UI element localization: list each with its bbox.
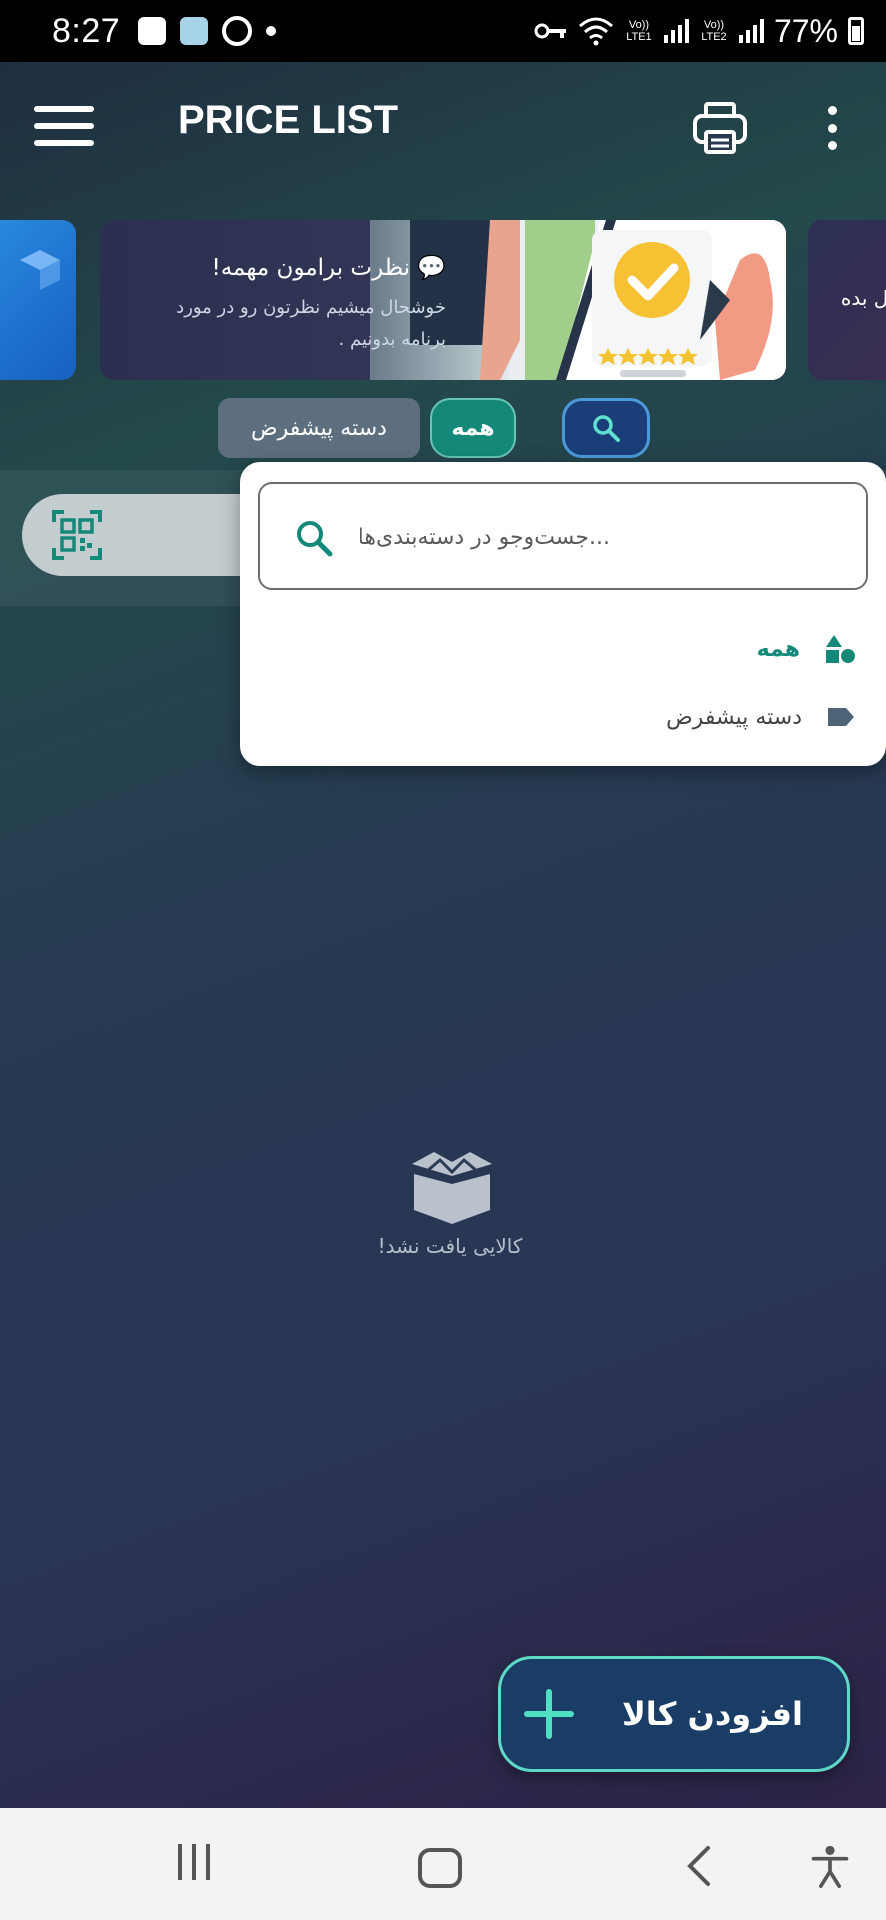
qr-scan-icon[interactable] (52, 510, 102, 560)
banner-next-line3: ار (841, 314, 886, 346)
add-product-button[interactable]: افزودن کالا (498, 1656, 850, 1772)
back-icon[interactable] (676, 1844, 724, 1888)
chip-default-category[interactable]: دسته پیشفرض (218, 398, 420, 458)
status-bar: 8:27 Vo)) LTE1 Vo)) LTE2 77% (0, 0, 886, 62)
printer-icon[interactable] (692, 100, 748, 156)
app-notification-icon (180, 17, 209, 45)
notification-icons (138, 16, 277, 46)
battery-percent: 77% (773, 12, 838, 49)
shapes-icon (826, 635, 855, 663)
battery-icon (848, 17, 864, 45)
category-dropdown: همه دسته پیشفرض (240, 462, 886, 766)
banner-next-text: پ قال بده ار (841, 250, 886, 346)
feedback-banner[interactable]: 💬 نظرت برامون مهمه! خوشحال میشیم نظرتون … (100, 220, 786, 380)
category-search-button[interactable] (562, 398, 650, 458)
hamburger-menu-icon[interactable] (34, 106, 94, 146)
banner-title: 💬 نظرت برامون مهمه! (211, 255, 446, 281)
sim1-signal-icon (663, 19, 689, 43)
wifi-icon (578, 17, 613, 46)
search-icon (297, 521, 333, 557)
screen-record-icon (222, 16, 253, 46)
banner-previous[interactable] (0, 220, 76, 380)
sim1-network-label: Vo)) LTE1 (626, 19, 652, 43)
banner-description: خوشحال میشیم نظرتون رو در مورد برنامه بد… (176, 297, 446, 350)
dropdown-item-all[interactable]: همه (757, 626, 856, 672)
category-search-box[interactable] (258, 482, 868, 590)
search-icon (593, 415, 620, 442)
status-right: Vo)) LTE1 Vo)) LTE2 77% (534, 13, 864, 50)
more-notifications-dot-icon (266, 26, 277, 36)
dropdown-item-default-category[interactable]: دسته پیشفرض (666, 694, 856, 740)
app-bar: PRICE LIST (0, 62, 886, 192)
page-title: PRICE LIST (178, 98, 399, 142)
system-nav-bar (0, 1808, 886, 1920)
sim2-signal-icon (738, 19, 764, 43)
add-product-label: افزودن کالا (621, 1695, 803, 1733)
category-search-input[interactable] (360, 512, 840, 562)
open-box-icon (412, 1152, 492, 1224)
home-icon[interactable] (418, 1848, 462, 1888)
empty-state-message: کالایی یافت نشد! (377, 1234, 523, 1258)
cube-illustration-icon (20, 250, 60, 290)
plus-icon (523, 1689, 574, 1739)
vpn-key-icon (534, 23, 566, 39)
banner-next-line1: پ (841, 250, 886, 282)
sim2-network-label: Vo)) LTE2 (701, 19, 727, 43)
chip-all[interactable]: همه (430, 398, 516, 458)
status-time: 8:27 (52, 11, 121, 50)
dropdown-item-all-label: همه (756, 636, 800, 662)
more-vert-icon[interactable] (824, 106, 840, 150)
banner-next[interactable]: پ قال بده ار (808, 220, 886, 380)
dropdown-item-default-label: دسته پیشفرض (666, 704, 802, 730)
banner-next-line2: قال بده (840, 286, 886, 310)
label-tag-icon (828, 708, 854, 726)
gallery-notification-icon (138, 17, 167, 45)
recents-icon[interactable] (170, 1844, 218, 1888)
accessibility-icon[interactable] (806, 1844, 854, 1888)
